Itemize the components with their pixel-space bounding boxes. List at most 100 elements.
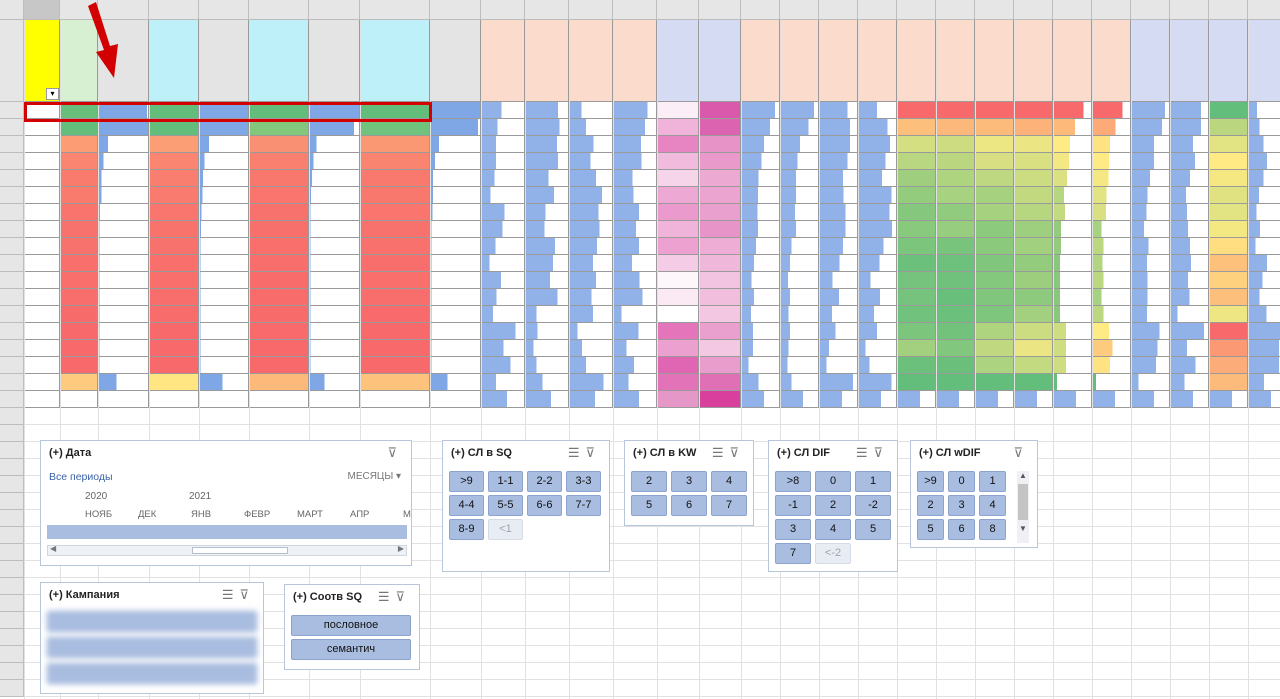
data-cell[interactable] bbox=[657, 340, 699, 357]
data-cell[interactable] bbox=[897, 221, 936, 238]
data-cell[interactable] bbox=[858, 119, 897, 136]
data-cell[interactable] bbox=[149, 238, 199, 255]
data-cell[interactable] bbox=[430, 153, 481, 170]
multiselect-icon[interactable]: ☰ bbox=[856, 445, 874, 460]
data-cell[interactable] bbox=[309, 289, 360, 306]
row-label[interactable] bbox=[24, 136, 60, 153]
data-cell[interactable] bbox=[1248, 221, 1280, 238]
data-cell[interactable] bbox=[525, 255, 569, 272]
data-cell[interactable] bbox=[819, 153, 858, 170]
data-cell[interactable] bbox=[1014, 153, 1053, 170]
row-label[interactable] bbox=[24, 119, 60, 136]
data-cell[interactable] bbox=[1170, 153, 1209, 170]
data-cell[interactable] bbox=[1209, 238, 1248, 255]
data-cell[interactable] bbox=[1014, 374, 1053, 391]
data-cell[interactable] bbox=[360, 323, 430, 340]
data-cell[interactable] bbox=[1014, 170, 1053, 187]
data-cell[interactable] bbox=[1209, 391, 1248, 408]
data-cell[interactable] bbox=[1170, 357, 1209, 374]
data-cell[interactable] bbox=[819, 238, 858, 255]
data-cell[interactable] bbox=[1209, 272, 1248, 289]
data-cell[interactable] bbox=[149, 323, 199, 340]
data-cell[interactable] bbox=[1248, 187, 1280, 204]
data-cell[interactable] bbox=[741, 136, 780, 153]
data-cell[interactable] bbox=[60, 238, 98, 255]
data-cell[interactable] bbox=[149, 289, 199, 306]
data-cell[interactable] bbox=[1170, 204, 1209, 221]
data-cell[interactable] bbox=[1248, 238, 1280, 255]
data-cell[interactable] bbox=[613, 340, 657, 357]
data-cell[interactable] bbox=[481, 119, 525, 136]
data-cell[interactable] bbox=[897, 306, 936, 323]
slicer-campaign[interactable]: (+) Кампания ☰⊽ bbox=[40, 582, 264, 694]
data-cell[interactable] bbox=[569, 153, 613, 170]
row-header-6[interactable] bbox=[0, 136, 24, 153]
data-cell[interactable] bbox=[525, 272, 569, 289]
data-cell[interactable] bbox=[249, 119, 309, 136]
row-header-28[interactable] bbox=[0, 510, 24, 527]
data-cell[interactable] bbox=[858, 357, 897, 374]
data-cell[interactable] bbox=[897, 238, 936, 255]
data-cell[interactable] bbox=[1209, 187, 1248, 204]
data-cell[interactable] bbox=[613, 391, 657, 408]
row-header-31[interactable] bbox=[0, 561, 24, 578]
data-cell[interactable] bbox=[741, 374, 780, 391]
data-cell[interactable] bbox=[613, 204, 657, 221]
data-cell[interactable] bbox=[780, 357, 819, 374]
data-cell[interactable] bbox=[613, 238, 657, 255]
data-cell[interactable] bbox=[780, 272, 819, 289]
data-cell[interactable] bbox=[1092, 119, 1131, 136]
data-cell[interactable] bbox=[936, 204, 975, 221]
data-cell[interactable] bbox=[657, 102, 699, 119]
timeline-scrollbar[interactable]: ◀ ▶ bbox=[47, 544, 407, 556]
data-cell[interactable] bbox=[1053, 374, 1092, 391]
data-cell[interactable] bbox=[98, 357, 149, 374]
column-header-BS[interactable] bbox=[1248, 0, 1280, 20]
data-cell[interactable] bbox=[858, 187, 897, 204]
data-cell[interactable] bbox=[1248, 323, 1280, 340]
data-cell[interactable] bbox=[360, 374, 430, 391]
data-cell[interactable] bbox=[149, 340, 199, 357]
row-header-5[interactable] bbox=[0, 119, 24, 136]
data-cell[interactable] bbox=[199, 102, 249, 119]
data-cell[interactable] bbox=[360, 136, 430, 153]
data-cell[interactable] bbox=[60, 170, 98, 187]
data-cell[interactable] bbox=[858, 221, 897, 238]
data-cell[interactable] bbox=[1014, 221, 1053, 238]
data-cell[interactable] bbox=[780, 255, 819, 272]
data-cell[interactable] bbox=[1131, 391, 1170, 408]
data-cell[interactable] bbox=[936, 272, 975, 289]
data-cell[interactable] bbox=[741, 306, 780, 323]
data-cell[interactable] bbox=[309, 255, 360, 272]
data-cell[interactable] bbox=[569, 306, 613, 323]
data-cell[interactable] bbox=[1014, 204, 1053, 221]
data-cell[interactable] bbox=[897, 102, 936, 119]
slicer-item[interactable]: 6 bbox=[948, 519, 975, 540]
data-cell[interactable] bbox=[1209, 170, 1248, 187]
data-cell[interactable] bbox=[1014, 238, 1053, 255]
data-cell[interactable] bbox=[741, 119, 780, 136]
data-cell[interactable] bbox=[1053, 340, 1092, 357]
data-cell[interactable] bbox=[430, 306, 481, 323]
data-cell[interactable] bbox=[1170, 136, 1209, 153]
data-cell[interactable] bbox=[309, 221, 360, 238]
slicer-item[interactable]: 4 bbox=[979, 495, 1006, 516]
data-cell[interactable] bbox=[360, 204, 430, 221]
data-cell[interactable] bbox=[1131, 289, 1170, 306]
data-cell[interactable] bbox=[780, 102, 819, 119]
data-cell[interactable] bbox=[699, 255, 741, 272]
timeline-month[interactable]: НОЯБ bbox=[85, 509, 112, 520]
data-cell[interactable] bbox=[1053, 119, 1092, 136]
data-cell[interactable] bbox=[1014, 289, 1053, 306]
data-cell[interactable] bbox=[525, 374, 569, 391]
data-cell[interactable] bbox=[249, 391, 309, 408]
data-cell[interactable] bbox=[149, 153, 199, 170]
data-cell[interactable] bbox=[975, 221, 1014, 238]
data-cell[interactable] bbox=[657, 187, 699, 204]
data-cell[interactable] bbox=[936, 238, 975, 255]
data-cell[interactable] bbox=[975, 323, 1014, 340]
slicer-item[interactable]: 5 bbox=[631, 495, 667, 516]
data-cell[interactable] bbox=[98, 170, 149, 187]
data-cell[interactable] bbox=[249, 102, 309, 119]
data-cell[interactable] bbox=[613, 306, 657, 323]
